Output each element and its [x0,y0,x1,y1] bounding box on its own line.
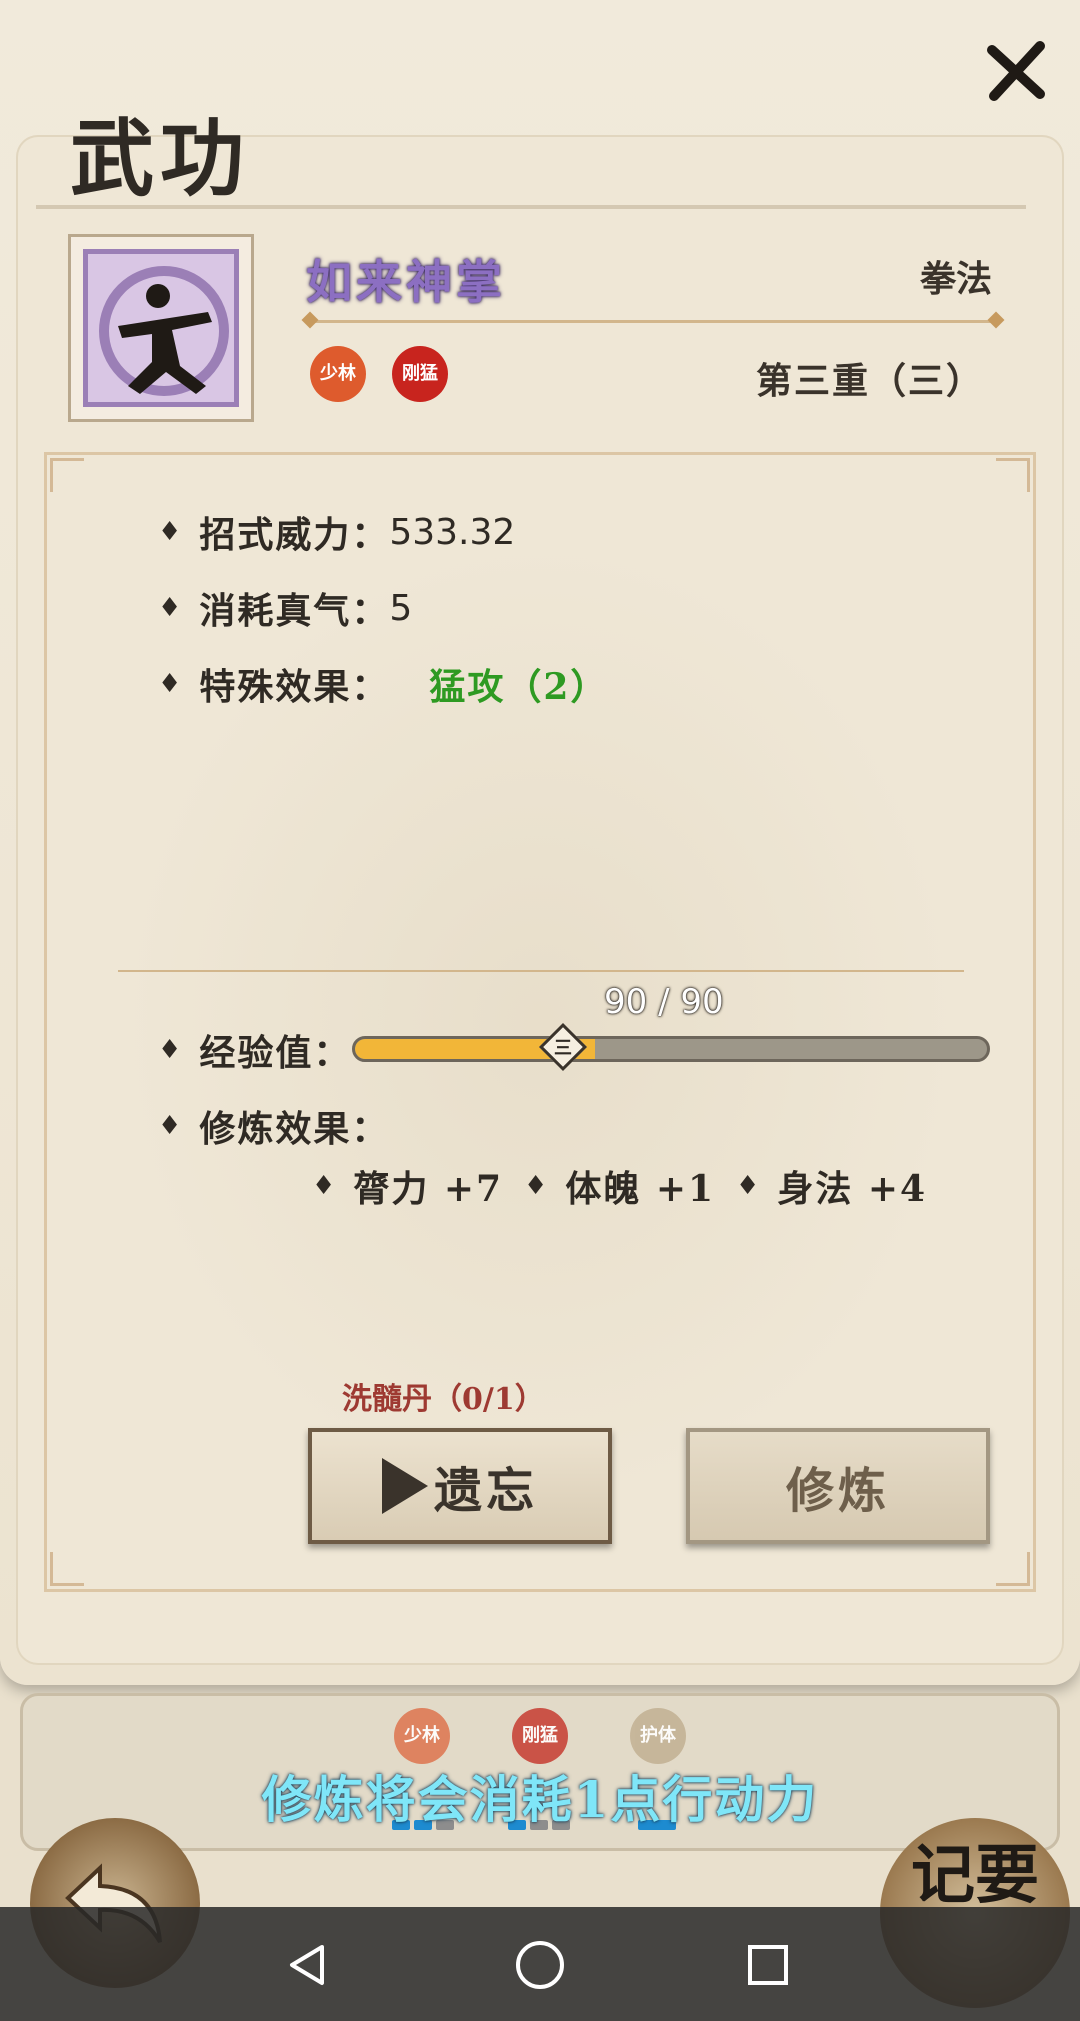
nav-home-icon [516,1941,564,1989]
skill-icon[interactable] [68,234,254,422]
frame-corner [50,458,84,492]
stat-cost-value: 5 [389,587,413,629]
close-icon [987,41,1045,101]
bonus-strength: ♦ 膂力 +7 [312,1160,515,1212]
stat-effect-value[interactable]: 猛攻（2） [429,658,608,710]
experience-marker-label: 三 [554,1038,572,1059]
diamond-bullet-icon: ♦ [158,669,182,699]
notes-button-label: 记要 [911,1838,1039,1913]
marrow-pill-count: 洗髓丹（0/1） [342,1382,545,1417]
skill-icon-frame [83,249,239,407]
toast-message: 修炼将会消耗1点行动力 [261,1770,819,1829]
stat-effect-label: 特殊效果： [199,666,390,708]
play-arrow-icon [381,1458,428,1514]
stat-cost-label: 消耗真气： [199,590,390,632]
diamond-bullet-icon: ♦ [158,517,182,547]
experience-bar [352,1036,990,1062]
header-divider [310,320,1000,323]
experience-count: 90 / 90 [604,982,724,1022]
seal-badge-ferocious: 刚猛 [392,346,448,402]
train-button[interactable]: 修炼 [686,1428,990,1544]
diamond-bullet-icon: ♦ [158,1111,182,1141]
nav-back-button[interactable] [280,1937,336,1993]
slot-seal-ferocious[interactable]: 刚猛 [512,1708,568,1764]
training-effects-label: 修炼效果： [199,1108,390,1150]
slot-seal-shaolin[interactable]: 少林 [394,1708,450,1764]
fighter-silhouette-icon [99,266,229,396]
bonus-agility: ♦ 身法 +4 [736,1160,939,1212]
frame-corner [996,458,1030,492]
skill-level: 第三重（三） [755,360,984,402]
bonus-constitution: ♦ 体魄 +1 [524,1160,727,1212]
stat-power-label: 招式威力： [199,514,390,556]
diamond-bullet-icon: ♦ [524,1171,548,1201]
page-title: 武功 [70,109,251,208]
stat-effect: ♦ 特殊效果： 猛攻（2） [158,658,608,710]
slot-seal-protect[interactable]: 护体 [630,1708,686,1764]
bonus-agility-label: 身法 +4 [777,1168,928,1210]
diamond-bullet-icon: ♦ [158,1035,182,1065]
nav-recents-button[interactable] [740,1937,796,1993]
train-button-label: 修炼 [785,1463,890,1519]
stat-cost: ♦ 消耗真气： 5 [158,582,412,634]
skill-name: 如来神掌 [306,255,506,309]
experience-row: ♦ 经验值： [158,1024,351,1076]
diamond-bullet-icon: ♦ [312,1171,336,1201]
forget-button-label: 遗忘 [433,1463,538,1519]
section-divider [118,970,964,972]
diamond-bullet-icon: ♦ [158,593,182,623]
forget-button[interactable]: 遗忘 [308,1428,612,1544]
stat-power: ♦ 招式威力： 533.32 [158,506,515,558]
training-effects-row: ♦ 修炼效果： [158,1100,389,1152]
title-divider [36,205,1026,209]
bonus-strength-label: 膂力 +7 [353,1168,504,1210]
close-button[interactable] [986,40,1048,102]
frame-corner [50,1552,84,1586]
diamond-bullet-icon: ♦ [736,1171,760,1201]
seal-badge-shaolin: 少林 [310,346,366,402]
experience-label: 经验值： [199,1032,352,1074]
stat-power-value: 533.32 [389,511,516,553]
nav-home-button[interactable] [512,1937,568,1993]
bonus-constitution-label: 体魄 +1 [565,1168,716,1210]
skill-type: 拳法 [919,258,992,300]
frame-corner [996,1552,1030,1586]
nav-recents-icon [748,1945,788,1985]
nav-back-icon [290,1945,324,1985]
